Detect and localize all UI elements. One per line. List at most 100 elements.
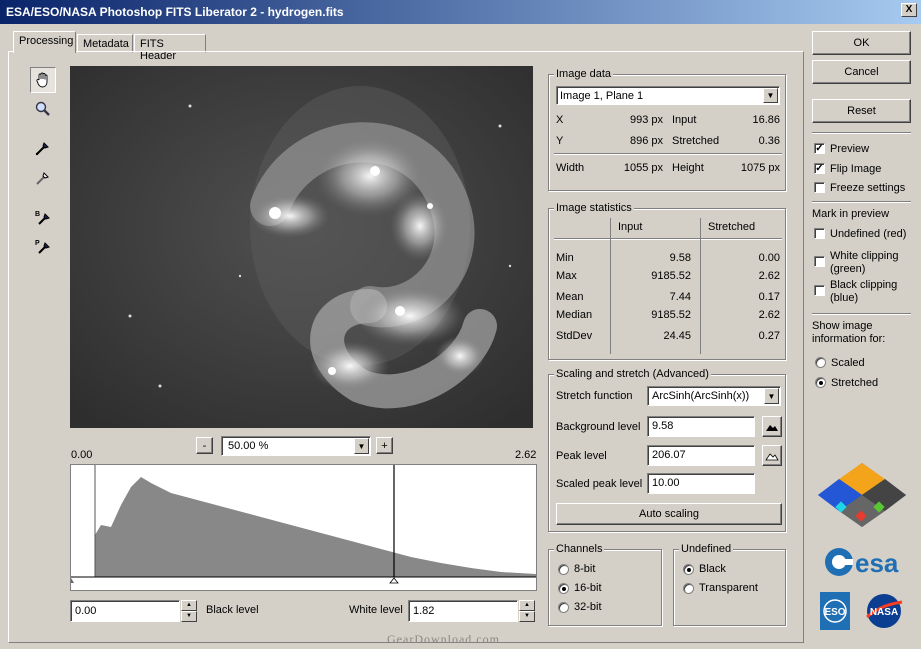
undefined-title: Undefined <box>679 543 734 555</box>
up-arrow-icon[interactable]: ▲ <box>181 600 197 611</box>
black-point-tool-button[interactable]: B <box>30 204 56 230</box>
height-label: Height <box>672 162 704 174</box>
eyedropper-alt-tool-button[interactable] <box>30 165 56 191</box>
ok-button[interactable]: OK <box>812 31 911 55</box>
preview-checkbox[interactable]: ✓ <box>814 143 825 154</box>
nasa-logo-text: NASA <box>870 607 898 618</box>
input-value: 16.86 <box>752 114 780 126</box>
stretched-radio[interactable] <box>815 377 826 388</box>
histogram-min-label: 0.00 <box>71 449 93 461</box>
stretch-function-value: ArcSinh(ArcSinh(x)) <box>652 390 750 402</box>
white-level-value: 1.82 <box>413 605 435 617</box>
flip-image-checkbox[interactable]: ✓ <box>814 163 825 174</box>
undefined-red-label: Undefined (red) <box>830 228 907 240</box>
black-level-input[interactable]: 0.00 <box>70 600 180 622</box>
stats-stretched-header: Stretched <box>708 221 756 233</box>
x-value: 993 px <box>629 114 663 126</box>
black-point-picker-icon: B <box>35 211 50 225</box>
histogram-max-label: 2.62 <box>515 449 537 461</box>
title-bar: ESA/ESO/NASA Photoshop FITS Liberator 2 … <box>0 0 921 24</box>
white-clipping-checkbox[interactable] <box>814 256 825 267</box>
stretched-label: Stretched <box>831 377 879 389</box>
channel-32bit-radio[interactable] <box>558 602 569 613</box>
background-picker-button[interactable] <box>762 416 782 437</box>
eyedropper-alt-icon <box>36 172 49 185</box>
eyedropper-tool-button[interactable] <box>30 135 56 161</box>
esa-logo: esa <box>822 545 910 579</box>
stretch-function-label: Stretch function <box>556 390 633 402</box>
histogram[interactable] <box>68 464 537 591</box>
channels-title: Channels <box>554 543 605 555</box>
stretched-label: Stretched <box>672 135 720 147</box>
close-button[interactable]: X <box>901 3 917 17</box>
stretch-function-select[interactable]: ArcSinh(ArcSinh(x)) ▼ <box>647 386 781 406</box>
divider <box>812 313 911 315</box>
undefined-red-checkbox[interactable] <box>814 228 825 239</box>
background-level-value: 9.58 <box>652 420 674 432</box>
channel-8bit-radio[interactable] <box>558 564 569 575</box>
down-arrow-icon[interactable]: ▼ <box>181 611 197 622</box>
white-level-label: White level <box>349 604 403 616</box>
watermark: GearDownload.com <box>387 632 500 646</box>
white-clipping-label: White clipping (green) <box>830 250 899 275</box>
zoom-value: 50.00 % <box>228 440 269 452</box>
stat-input: 24.45 <box>663 330 691 342</box>
mountain-outline-icon <box>765 452 779 460</box>
cancel-button[interactable]: Cancel <box>812 60 911 84</box>
image-preview[interactable] <box>70 66 533 428</box>
zoom-in-button[interactable]: + <box>376 437 393 454</box>
stats-input-header: Input <box>618 221 643 233</box>
tab-processing[interactable]: Processing <box>13 31 76 53</box>
white-point-handle[interactable] <box>389 577 399 584</box>
y-label: Y <box>556 135 564 147</box>
stat-input: 7.44 <box>669 291 691 303</box>
divider <box>812 201 911 203</box>
zoom-select[interactable]: 50.00 % ▼ <box>221 436 371 456</box>
scaling-title: Scaling and stretch (Advanced) <box>554 368 711 380</box>
black-point-handle[interactable] <box>68 578 74 583</box>
down-arrow-icon[interactable]: ▼ <box>519 611 535 622</box>
stat-stretched: 2.62 <box>758 309 780 321</box>
zoom-out-button[interactable]: - <box>196 437 213 454</box>
width-value: 1055 px <box>623 162 663 174</box>
black-level-value: 0.00 <box>75 605 97 617</box>
peak-level-input[interactable]: 206.07 <box>647 445 755 466</box>
stat-stretched: 0.00 <box>758 252 780 264</box>
white-level-spinner[interactable]: ▲ ▼ <box>519 600 535 622</box>
mark-in-preview-title: Mark in preview <box>812 208 890 220</box>
nasa-logo: NASA <box>864 592 904 630</box>
black-level-spinner[interactable]: ▲ ▼ <box>181 600 197 622</box>
scaled-peak-level-input[interactable]: 10.00 <box>647 473 755 494</box>
black-clipping-checkbox[interactable] <box>814 285 825 296</box>
undefined-transparent-radio[interactable] <box>683 583 694 594</box>
undefined-transparent-label: Transparent <box>699 582 758 594</box>
plane-select[interactable]: Image 1, Plane 1 ▼ <box>556 86 780 105</box>
divider <box>812 132 911 134</box>
peak-picker-button[interactable] <box>762 445 782 466</box>
fits-liberator-logo <box>817 462 907 528</box>
up-arrow-icon[interactable]: ▲ <box>519 600 535 611</box>
freeze-settings-checkbox[interactable] <box>814 182 825 193</box>
eso-logo: ESO <box>820 592 850 630</box>
stat-label: Median <box>556 309 593 321</box>
channel-16bit-radio[interactable] <box>558 583 569 594</box>
reset-button[interactable]: Reset <box>812 99 911 123</box>
scaled-label: Scaled <box>831 357 865 369</box>
stat-label: StdDev <box>556 330 593 342</box>
undefined-black-radio[interactable] <box>683 564 694 575</box>
window-title: ESA/ESO/NASA Photoshop FITS Liberator 2 … <box>6 5 344 19</box>
mountain-filled-icon <box>766 424 778 431</box>
peak-point-tool-button[interactable]: P <box>30 233 56 259</box>
histogram-plot <box>68 465 536 584</box>
white-level-input[interactable]: 1.82 <box>408 600 518 622</box>
stat-stretched: 0.17 <box>758 291 780 303</box>
auto-scaling-button[interactable]: Auto scaling <box>556 503 782 525</box>
preview-label: Preview <box>830 143 870 155</box>
scaled-peak-level-label: Scaled peak level <box>556 478 643 490</box>
galaxy-image <box>70 66 533 428</box>
scaled-radio[interactable] <box>815 357 826 368</box>
width-label: Width <box>556 162 585 174</box>
zoom-tool-button[interactable] <box>30 96 56 122</box>
background-level-input[interactable]: 9.58 <box>647 416 755 437</box>
hand-tool-button[interactable] <box>30 67 56 93</box>
